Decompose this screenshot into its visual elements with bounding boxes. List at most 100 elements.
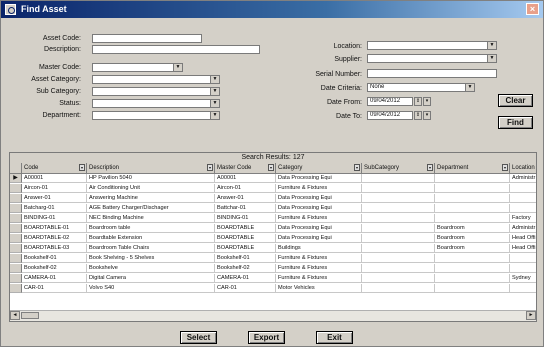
- date-to-calendar-button[interactable]: ▾: [423, 111, 431, 120]
- date-from-input[interactable]: 09/04/2012: [367, 97, 413, 106]
- exit-button[interactable]: Exit: [316, 331, 353, 344]
- row-selector[interactable]: [10, 184, 22, 193]
- row-selector[interactable]: [10, 234, 22, 243]
- column-header-department[interactable]: Department ▾: [435, 163, 510, 173]
- date-criteria-combo[interactable]: None ▼: [367, 83, 475, 92]
- current-row-indicator-icon[interactable]: ▶: [10, 174, 22, 183]
- row-selector[interactable]: [10, 274, 22, 283]
- date-to-input[interactable]: 09/04/2012: [367, 111, 413, 120]
- table-row[interactable]: Bookshelf-01 Book Shelving - 5 Shelves Boo…: [10, 254, 536, 263]
- table-row[interactable]: BOARDTABLE-02 Boardtable Extension BOARDTA…: [10, 234, 536, 243]
- table-cell: BOARDTABLE-03: [22, 244, 87, 253]
- sort-icon[interactable]: ▾: [354, 164, 360, 171]
- table-row[interactable]: BOARDTABLE-01 Boardroom table BOARDTABLE Da…: [10, 224, 536, 233]
- table-cell: [435, 174, 510, 183]
- column-header-description[interactable]: Description ▾: [87, 163, 215, 173]
- scroll-right-icon[interactable]: ►: [526, 311, 536, 320]
- supplier-combo[interactable]: ▼: [367, 54, 497, 63]
- table-row[interactable]: Answer-01 Answering Machine Answer-01 Data …: [10, 194, 536, 203]
- row-selector[interactable]: [10, 284, 22, 293]
- chevron-down-icon[interactable]: ▼: [487, 55, 496, 62]
- master-code-label: Master Code:: [38, 64, 81, 71]
- row-selector[interactable]: [10, 264, 22, 273]
- location-combo[interactable]: ▼: [367, 41, 497, 50]
- table-cell: [362, 264, 435, 273]
- sort-icon[interactable]: ▾: [79, 164, 85, 171]
- table-cell: BOARDTABLE-01: [22, 224, 87, 233]
- column-header-master-code[interactable]: Master Code ▾: [215, 163, 276, 173]
- window-title: Find Asset: [21, 4, 67, 14]
- column-header-label: Master Code: [217, 165, 252, 171]
- table-cell: [435, 204, 510, 213]
- date-from-calendar-button[interactable]: ▾: [423, 97, 431, 106]
- table-cell: Boardroom table: [87, 224, 215, 233]
- asset-category-combo[interactable]: ▼: [92, 75, 220, 84]
- table-cell: Furniture & Fixtures: [276, 254, 362, 263]
- table-row[interactable]: CAR-01 Volvo S40 CAR-01 Motor Vehicles: [10, 284, 536, 293]
- table-row[interactable]: Batcharg-01 AGE Battery Charger/Dischager…: [10, 204, 536, 213]
- master-code-combo[interactable]: ▼: [92, 63, 183, 72]
- department-combo[interactable]: ▼: [92, 111, 220, 120]
- row-selector[interactable]: [10, 214, 22, 223]
- column-header-location[interactable]: Location▾: [510, 163, 536, 173]
- column-header-label: Category: [278, 165, 303, 171]
- chevron-down-icon[interactable]: ▼: [465, 84, 474, 91]
- date-criteria-value: None: [370, 84, 385, 90]
- table-cell: CAR-01: [215, 284, 276, 293]
- department-label: Department:: [42, 112, 81, 119]
- status-combo[interactable]: ▼: [92, 99, 220, 108]
- serial-number-input[interactable]: [367, 69, 497, 78]
- select-button[interactable]: Select: [180, 331, 217, 344]
- date-from-spinner[interactable]: ⇕: [414, 97, 422, 106]
- sub-category-combo[interactable]: ▼: [92, 87, 220, 96]
- description-input[interactable]: [92, 45, 260, 54]
- table-cell: CAR-01: [22, 284, 87, 293]
- search-results-grid[interactable]: Search Results: 127 Code ▾ Description ▾ Mas…: [9, 152, 537, 322]
- sort-icon[interactable]: ▾: [268, 164, 274, 171]
- row-selector[interactable]: [10, 224, 22, 233]
- table-row[interactable]: Bookshelf-02 Bookshelve Bookshelf-02 Furnit…: [10, 264, 536, 273]
- row-selector-header: [10, 163, 22, 173]
- table-row[interactable]: BINDING-01 NEC Binding Machine BINDING-01 F…: [10, 214, 536, 223]
- chevron-down-icon[interactable]: ▼: [210, 88, 219, 95]
- date-to-spinner[interactable]: ⇕: [414, 111, 422, 120]
- status-label: Status:: [59, 100, 81, 107]
- chevron-down-icon[interactable]: ▼: [210, 100, 219, 107]
- close-button[interactable]: ×: [526, 3, 539, 15]
- row-selector[interactable]: [10, 204, 22, 213]
- date-to-label: Date To:: [336, 113, 362, 120]
- table-cell: CAMERA-01: [22, 274, 87, 283]
- chevron-down-icon[interactable]: ▼: [210, 112, 219, 119]
- table-row[interactable]: Aircon-01 Air Conditioning Unit Aircon-01 F…: [10, 184, 536, 193]
- title-bar[interactable]: Find Asset ×: [1, 1, 543, 18]
- chevron-down-icon[interactable]: ▼: [210, 76, 219, 83]
- table-row[interactable]: CAMERA-01 Digital Camera CAMERA-01 Furnitur…: [10, 274, 536, 283]
- table-cell: [362, 184, 435, 193]
- horizontal-scrollbar[interactable]: ◄ ►: [10, 310, 536, 321]
- export-button[interactable]: Export: [248, 331, 285, 344]
- table-cell: [435, 214, 510, 223]
- sort-icon[interactable]: ▾: [427, 164, 433, 171]
- table-cell: [510, 184, 536, 193]
- sort-icon[interactable]: ▾: [502, 164, 508, 171]
- table-cell: Answer-01: [215, 194, 276, 203]
- column-header-category[interactable]: Category ▾: [276, 163, 362, 173]
- row-selector[interactable]: [10, 244, 22, 253]
- find-button[interactable]: Find: [498, 116, 533, 129]
- chevron-down-icon[interactable]: ▼: [173, 64, 182, 71]
- sort-icon[interactable]: ▾: [207, 164, 213, 171]
- asset-code-input[interactable]: [92, 34, 202, 43]
- table-cell: Bookshelf-01: [215, 254, 276, 263]
- chevron-down-icon[interactable]: ▼: [487, 42, 496, 49]
- scroll-left-icon[interactable]: ◄: [10, 311, 20, 320]
- table-row[interactable]: BOARDTABLE-03 Boardroom Table Chairs BOARD…: [10, 244, 536, 253]
- table-cell: Buildings: [276, 244, 362, 253]
- column-header-subcategory[interactable]: SubCategory ▾: [362, 163, 435, 173]
- row-selector[interactable]: [10, 254, 22, 263]
- row-selector[interactable]: [10, 194, 22, 203]
- table-row[interactable]: ▶ A00001 HP Pavilion 5040 A00001 Data Proces…: [10, 174, 536, 183]
- column-header-code[interactable]: Code ▾: [22, 163, 87, 173]
- table-cell: [510, 284, 536, 293]
- clear-button[interactable]: Clear: [498, 94, 533, 107]
- scroll-thumb[interactable]: [21, 312, 39, 319]
